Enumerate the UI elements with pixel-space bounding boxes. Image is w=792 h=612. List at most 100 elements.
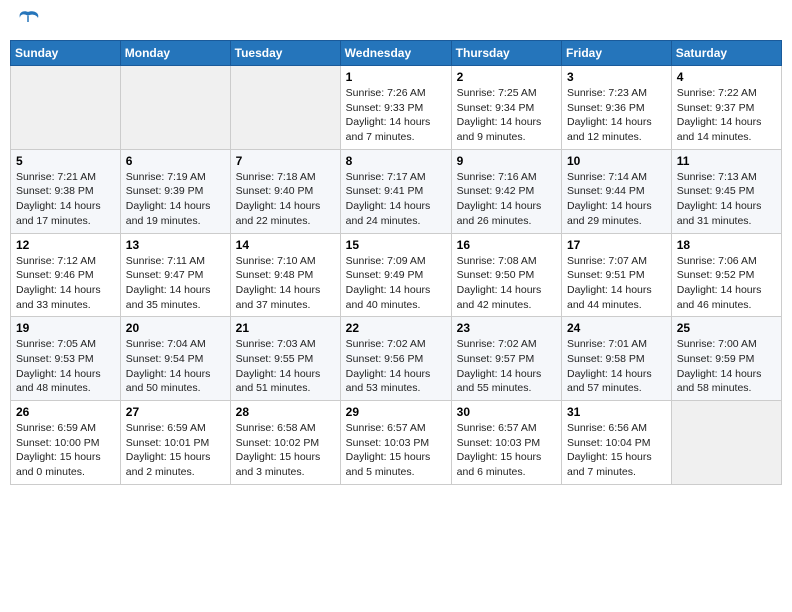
calendar-cell: 13Sunrise: 7:11 AM Sunset: 9:47 PM Dayli… [120,233,230,317]
day-details: Sunrise: 7:09 AM Sunset: 9:49 PM Dayligh… [346,254,446,313]
day-number: 20 [126,321,225,335]
day-details: Sunrise: 7:13 AM Sunset: 9:45 PM Dayligh… [677,170,776,229]
calendar-cell: 19 Sunrise: 7:05 AM Sunset: 9:53 PM Dayli… [11,317,121,401]
day-details: Sunrise: 7:19 AM Sunset: 9:39 PM Dayligh… [126,170,225,229]
weekday-header-friday: Friday [562,41,672,66]
day-details: Sunrise: 6:56 AM Sunset: 10:04 PM Daylig… [567,421,666,480]
calendar-cell: 22 Sunrise: 7:02 AM Sunset: 9:56 PM Dayli… [340,317,451,401]
day-details: Sunrise: 7:03 AM Sunset: 9:55 PM Dayligh… [236,337,335,396]
day-number: 21 [236,321,335,335]
calendar-cell: 9Sunrise: 7:16 AM Sunset: 9:42 PM Daylig… [451,149,561,233]
weekday-header-wednesday: Wednesday [340,41,451,66]
calendar-cell: 2 Sunrise: 7:25 AM Sunset: 9:34 PM Daylig… [451,66,561,150]
calendar-cell: 18 Sunrise: 7:06 AM Sunset: 9:52 PM Dayli… [671,233,781,317]
day-number: 17 [567,238,666,252]
weekday-header-thursday: Thursday [451,41,561,66]
day-details: Sunrise: 7:02 AM Sunset: 9:57 PM Dayligh… [457,337,556,396]
logo [14,10,46,32]
calendar-cell: 24 Sunrise: 7:01 AM Sunset: 9:58 PM Dayli… [562,317,672,401]
calendar-cell: 3Sunrise: 7:23 AM Sunset: 9:36 PM Daylig… [562,66,672,150]
weekday-header-monday: Monday [120,41,230,66]
weekday-header-row: SundayMondayTuesdayWednesdayThursdayFrid… [11,41,782,66]
day-details: Sunrise: 7:14 AM Sunset: 9:44 PM Dayligh… [567,170,666,229]
calendar-week-row: 12 Sunrise: 7:12 AM Sunset: 9:46 PM Dayli… [11,233,782,317]
calendar-cell: 5 Sunrise: 7:21 AM Sunset: 9:38 PM Daylig… [11,149,121,233]
day-details: Sunrise: 7:12 AM Sunset: 9:46 PM Dayligh… [16,254,115,313]
day-number: 31 [567,405,666,419]
day-number: 9 [457,154,556,168]
day-number: 22 [346,321,446,335]
day-number: 24 [567,321,666,335]
day-details: Sunrise: 7:10 AM Sunset: 9:48 PM Dayligh… [236,254,335,313]
day-number: 25 [677,321,776,335]
day-number: 28 [236,405,335,419]
calendar-cell: 6 Sunrise: 7:19 AM Sunset: 9:39 PM Daylig… [120,149,230,233]
day-details: Sunrise: 7:04 AM Sunset: 9:54 PM Dayligh… [126,337,225,396]
day-details: Sunrise: 6:59 AM Sunset: 10:00 PM Daylig… [16,421,115,480]
calendar-cell: 14Sunrise: 7:10 AM Sunset: 9:48 PM Dayli… [230,233,340,317]
day-details: Sunrise: 7:07 AM Sunset: 9:51 PM Dayligh… [567,254,666,313]
day-details: Sunrise: 7:08 AM Sunset: 9:50 PM Dayligh… [457,254,556,313]
day-number: 12 [16,238,115,252]
day-number: 7 [236,154,335,168]
day-number: 26 [16,405,115,419]
day-number: 11 [677,154,776,168]
day-details: Sunrise: 7:22 AM Sunset: 9:37 PM Dayligh… [677,86,776,145]
day-number: 23 [457,321,556,335]
day-details: Sunrise: 6:59 AM Sunset: 10:01 PM Daylig… [126,421,225,480]
day-details: Sunrise: 7:00 AM Sunset: 9:59 PM Dayligh… [677,337,776,396]
calendar-cell [230,66,340,150]
calendar-week-row: 19 Sunrise: 7:05 AM Sunset: 9:53 PM Dayli… [11,317,782,401]
calendar-cell: 11 Sunrise: 7:13 AM Sunset: 9:45 PM Dayli… [671,149,781,233]
day-number: 19 [16,321,115,335]
calendar-cell: 10Sunrise: 7:14 AM Sunset: 9:44 PM Dayli… [562,149,672,233]
day-details: Sunrise: 7:02 AM Sunset: 9:56 PM Dayligh… [346,337,446,396]
calendar-cell: 16 Sunrise: 7:08 AM Sunset: 9:50 PM Dayli… [451,233,561,317]
calendar-cell [11,66,121,150]
day-number: 15 [346,238,446,252]
day-details: Sunrise: 6:58 AM Sunset: 10:02 PM Daylig… [236,421,335,480]
day-number: 2 [457,70,556,84]
weekday-header-saturday: Saturday [671,41,781,66]
day-number: 5 [16,154,115,168]
weekday-header-sunday: Sunday [11,41,121,66]
calendar-cell: 21 Sunrise: 7:03 AM Sunset: 9:55 PM Dayli… [230,317,340,401]
calendar-cell [671,401,781,485]
calendar-cell: 23 Sunrise: 7:02 AM Sunset: 9:57 PM Dayli… [451,317,561,401]
day-number: 30 [457,405,556,419]
day-details: Sunrise: 7:25 AM Sunset: 9:34 PM Dayligh… [457,86,556,145]
day-details: Sunrise: 7:11 AM Sunset: 9:47 PM Dayligh… [126,254,225,313]
calendar-cell: 26 Sunrise: 6:59 AM Sunset: 10:00 PM Dayl… [11,401,121,485]
calendar-cell: 1Sunrise: 7:26 AM Sunset: 9:33 PM Daylig… [340,66,451,150]
calendar-week-row: 1Sunrise: 7:26 AM Sunset: 9:33 PM Daylig… [11,66,782,150]
calendar-cell: 20 Sunrise: 7:04 AM Sunset: 9:54 PM Dayli… [120,317,230,401]
calendar-cell: 4 Sunrise: 7:22 AM Sunset: 9:37 PM Daylig… [671,66,781,150]
calendar-table: SundayMondayTuesdayWednesdayThursdayFrid… [10,40,782,485]
page-header [10,10,782,32]
weekday-header-tuesday: Tuesday [230,41,340,66]
calendar-cell: 15 Sunrise: 7:09 AM Sunset: 9:49 PM Dayli… [340,233,451,317]
day-number: 29 [346,405,446,419]
calendar-cell [120,66,230,150]
day-details: Sunrise: 7:01 AM Sunset: 9:58 PM Dayligh… [567,337,666,396]
day-details: Sunrise: 7:21 AM Sunset: 9:38 PM Dayligh… [16,170,115,229]
day-details: Sunrise: 7:26 AM Sunset: 9:33 PM Dayligh… [346,86,446,145]
calendar-cell: 25 Sunrise: 7:00 AM Sunset: 9:59 PM Dayli… [671,317,781,401]
calendar-cell: 8Sunrise: 7:17 AM Sunset: 9:41 PM Daylig… [340,149,451,233]
day-number: 18 [677,238,776,252]
logo-icon [14,10,42,32]
day-details: Sunrise: 7:05 AM Sunset: 9:53 PM Dayligh… [16,337,115,396]
calendar-week-row: 5 Sunrise: 7:21 AM Sunset: 9:38 PM Daylig… [11,149,782,233]
day-number: 3 [567,70,666,84]
calendar-cell: 30Sunrise: 6:57 AM Sunset: 10:03 PM Dayl… [451,401,561,485]
day-details: Sunrise: 6:57 AM Sunset: 10:03 PM Daylig… [346,421,446,480]
calendar-week-row: 26 Sunrise: 6:59 AM Sunset: 10:00 PM Dayl… [11,401,782,485]
day-details: Sunrise: 7:06 AM Sunset: 9:52 PM Dayligh… [677,254,776,313]
calendar-cell: 17 Sunrise: 7:07 AM Sunset: 9:51 PM Dayli… [562,233,672,317]
day-number: 27 [126,405,225,419]
day-number: 16 [457,238,556,252]
day-number: 6 [126,154,225,168]
calendar-cell: 12 Sunrise: 7:12 AM Sunset: 9:46 PM Dayli… [11,233,121,317]
day-details: Sunrise: 7:17 AM Sunset: 9:41 PM Dayligh… [346,170,446,229]
day-number: 4 [677,70,776,84]
